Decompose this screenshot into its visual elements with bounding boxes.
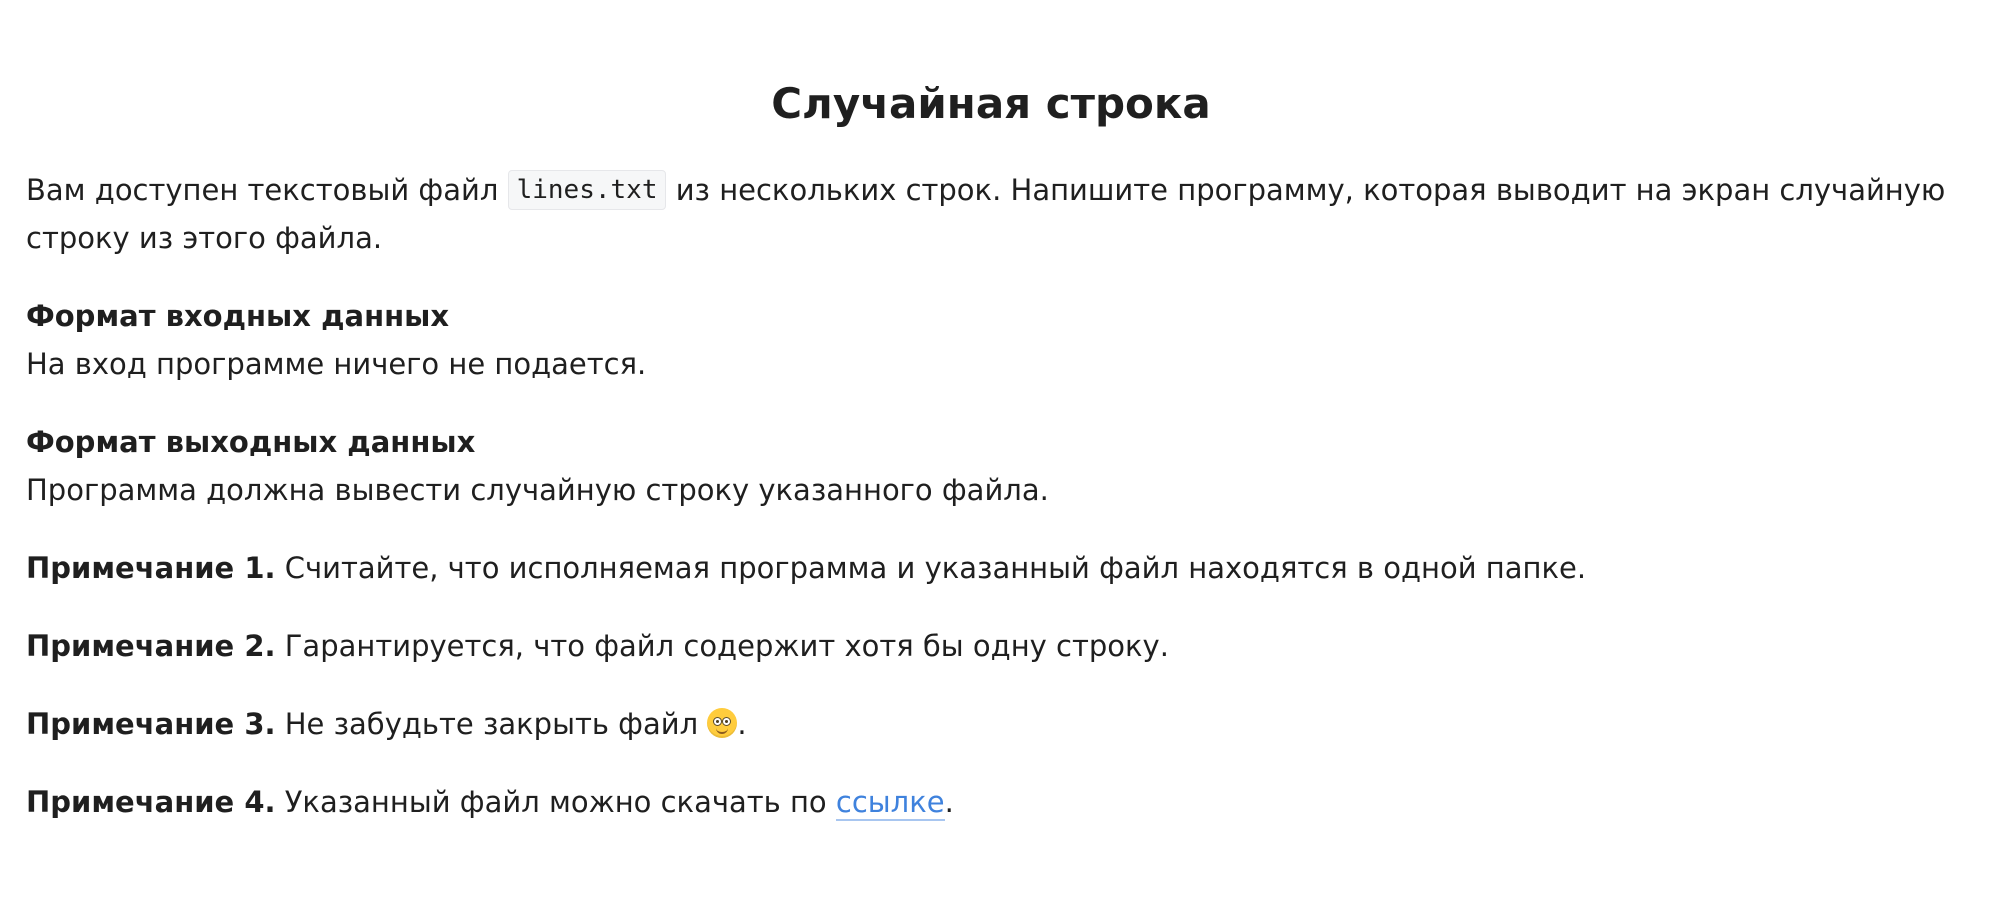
input-format-heading: Формат входных данных xyxy=(26,299,450,333)
note-4-tail: . xyxy=(944,785,954,819)
emoji-mouth xyxy=(716,727,729,734)
emoji-left-eye xyxy=(713,717,723,726)
problem-content: Случайная строка Вам доступен текстовый … xyxy=(26,78,1956,856)
note-3-tail: . xyxy=(737,707,747,741)
note-2: Примечание 2. Гарантируется, что файл со… xyxy=(26,622,1956,670)
note-1: Примечание 1. Считайте, что исполняемая … xyxy=(26,544,1956,592)
output-format-text: Программа должна вывести случайную строк… xyxy=(26,473,1049,507)
input-format-section: Формат входных данных На вход программе … xyxy=(26,292,1956,388)
note-3-label: Примечание 3. xyxy=(26,707,276,741)
note-3: Примечание 3. Не забудьте закрыть файл . xyxy=(26,700,1956,748)
note-4-text: Указанный файл можно скачать по xyxy=(284,785,827,819)
note-3-text: Не забудьте закрыть файл xyxy=(284,707,699,741)
download-link[interactable]: ссылке xyxy=(835,785,945,821)
problem-statement: Вам доступен текстовый файл lines.txt из… xyxy=(26,166,1956,262)
note-1-text: Считайте, что исполняемая программа и ук… xyxy=(284,551,1587,585)
winking-face-icon xyxy=(707,708,738,738)
input-format-text: На вход программе ничего не подается. xyxy=(26,347,647,381)
note-2-text: Гарантируется, что файл содержит хотя бы… xyxy=(284,629,1169,663)
note-4-label: Примечание 4. xyxy=(26,785,276,819)
note-1-label: Примечание 1. xyxy=(26,551,276,585)
file-name-code: lines.txt xyxy=(507,170,667,210)
note-4: Примечание 4. Указанный файл можно скача… xyxy=(26,778,1956,826)
statement-text-before: Вам доступен текстовый файл xyxy=(26,173,499,207)
problem-page: Случайная строка Вам доступен текстовый … xyxy=(0,0,1997,897)
note-2-label: Примечание 2. xyxy=(26,629,276,663)
output-format-heading: Формат выходных данных xyxy=(26,425,476,459)
output-format-section: Формат выходных данных Программа должна … xyxy=(26,418,1956,514)
page-title: Случайная строка xyxy=(771,79,1211,128)
emoji-right-eye xyxy=(722,717,732,726)
